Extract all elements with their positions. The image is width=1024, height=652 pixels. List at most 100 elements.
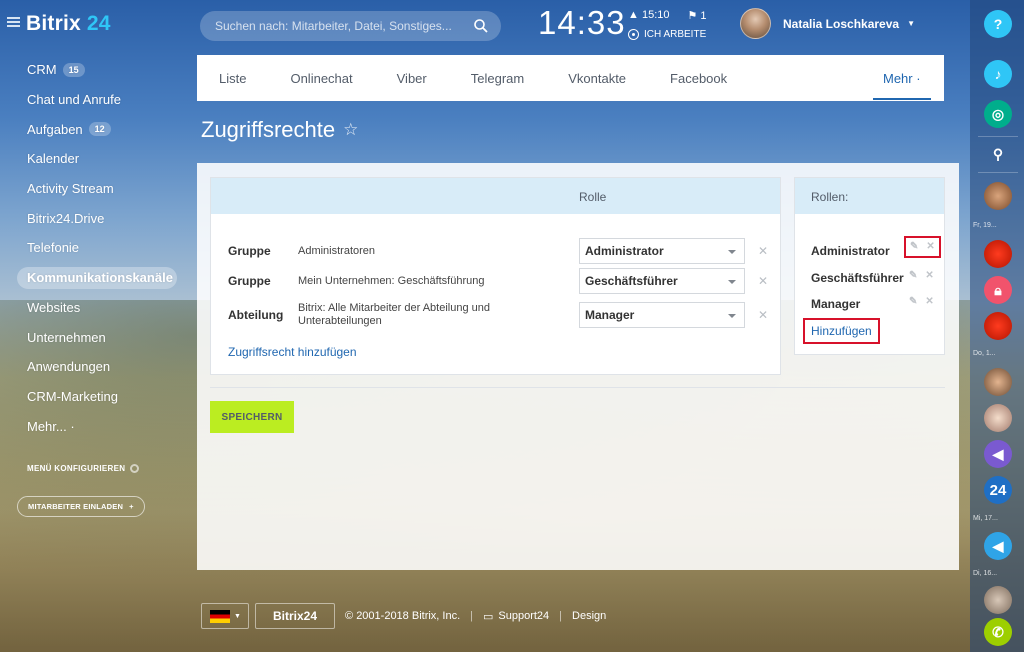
support-link[interactable]: Support24: [498, 610, 549, 622]
chat-icon[interactable]: ◎: [984, 100, 1012, 128]
tab-liste[interactable]: Liste: [197, 55, 268, 101]
alarm-indicator: ▲ 15:10: [628, 9, 670, 21]
contact-avatar[interactable]: [984, 404, 1012, 432]
edit-icon[interactable]: ✎: [909, 296, 917, 307]
access-type: Abteilung: [228, 308, 284, 322]
remove-icon[interactable]: ✕: [758, 308, 768, 322]
megaphone-icon[interactable]: ◀: [984, 440, 1012, 468]
role-item: Manager ✎ ✕: [811, 296, 934, 311]
help-icon[interactable]: ?: [984, 10, 1012, 38]
menu-item-more[interactable]: Mehr... ·: [17, 411, 192, 441]
tab-telegram[interactable]: Telegram: [449, 55, 546, 101]
save-button[interactable]: SPEICHERN: [210, 401, 294, 433]
user-name[interactable]: Natalia Loschkareva: [783, 17, 899, 31]
main-panel: Rolle Gruppe Administratoren Administrat…: [197, 163, 959, 570]
menu-item-channels[interactable]: Kommunikationskanäle: [17, 266, 177, 289]
delete-icon[interactable]: ✕: [925, 270, 933, 281]
contact-avatar[interactable]: [984, 368, 1012, 396]
divider: [210, 387, 945, 388]
access-type: Gruppe: [228, 244, 271, 258]
clock[interactable]: 14:33: [538, 4, 626, 42]
bitrix24-icon[interactable]: 24: [984, 476, 1012, 504]
menu-toggle-icon[interactable]: [7, 17, 20, 28]
menu-item-drive[interactable]: Bitrix24.Drive: [17, 203, 192, 233]
add-role-link[interactable]: Hinzufügen: [803, 318, 880, 344]
access-type: Gruppe: [228, 274, 271, 288]
roles-header: Rollen:: [795, 178, 944, 214]
menu-item-calendar[interactable]: Kalender: [17, 144, 192, 174]
tab-more[interactable]: Mehr ·: [873, 55, 931, 101]
remove-icon[interactable]: ✕: [758, 244, 768, 258]
add-access-right-link[interactable]: Zugriffsrecht hinzufügen: [228, 345, 357, 359]
flag-icon: ⚑: [687, 10, 698, 22]
contact-avatar[interactable]: [984, 182, 1012, 210]
lock-icon[interactable]: 🔒︎: [984, 276, 1012, 304]
menu-item-crm[interactable]: CRM 15: [17, 55, 192, 85]
column-header-role: Rolle: [579, 190, 607, 204]
edit-icon[interactable]: ✎: [910, 241, 918, 253]
role-select[interactable]: Manager: [579, 302, 745, 328]
menu-item-tasks[interactable]: Aufgaben 12: [17, 114, 192, 144]
role-select[interactable]: Geschäftsführer: [579, 268, 745, 294]
contact-date: Fr, 19...: [973, 222, 997, 229]
menu-item-company[interactable]: Unternehmen: [17, 322, 192, 352]
role-actions-highlighted: ✎ ✕: [904, 236, 941, 258]
design-link[interactable]: Design: [572, 610, 606, 622]
access-subject: Mein Unternehmen: Geschäftsführung: [298, 274, 485, 287]
separator: [978, 136, 1018, 137]
chevron-down-icon: ▼: [234, 612, 241, 620]
work-day-status[interactable]: ▲ 15:10 ⚑ 1 ICH ARBEITE: [628, 9, 707, 40]
menu-item-applications[interactable]: Anwendungen: [17, 352, 192, 382]
tab-vkontakte[interactable]: Vkontakte: [546, 55, 648, 101]
star-icon[interactable]: ☆: [343, 120, 358, 140]
flower-avatar-icon[interactable]: [984, 312, 1012, 340]
tab-onlinechat[interactable]: Onlinechat: [268, 55, 374, 101]
search-icon[interactable]: [473, 18, 489, 34]
counter-badge: 12: [88, 122, 111, 137]
contact-avatar[interactable]: [984, 586, 1012, 614]
tab-facebook[interactable]: Facebook: [648, 55, 749, 101]
configure-menu-button[interactable]: MENÜ KONFIGURIEREN: [27, 464, 140, 473]
menu-item-activity-stream[interactable]: Activity Stream: [17, 174, 192, 204]
user-menu[interactable]: Natalia Loschkareva ▼: [740, 8, 915, 39]
edit-icon[interactable]: ✎: [909, 270, 917, 281]
contact-date: Do, 1...: [973, 350, 996, 357]
roles-panel: Rollen: Administrator ✎ ✕ Geschäftsführer…: [794, 177, 945, 355]
german-flag-icon: [210, 609, 230, 623]
invite-button[interactable]: MITARBEITER EINLADEN +: [17, 496, 145, 517]
table-row: Abteilung Bitrix: Alle Mitarbeiter der A…: [211, 300, 782, 330]
table-row: Gruppe Administratoren Administrator ✕: [211, 236, 782, 266]
table-row: Gruppe Mein Unternehmen: Geschäftsführun…: [211, 266, 782, 296]
chevron-down-icon[interactable]: ▼: [907, 19, 915, 28]
bell-icon[interactable]: ♪: [984, 60, 1012, 88]
delete-icon[interactable]: ✕: [925, 296, 933, 307]
search-bar[interactable]: [200, 11, 501, 41]
left-menu: CRM 15 Chat und Anrufe Aufgaben 12 Kalende…: [17, 55, 192, 441]
access-rights-table: Rolle Gruppe Administratoren Administrat…: [210, 177, 781, 375]
table-header: Rolle: [211, 178, 780, 214]
phone-icon[interactable]: ✆: [984, 618, 1012, 646]
tab-viber[interactable]: Viber: [375, 55, 449, 101]
logo[interactable]: Bitrix 24: [26, 12, 111, 36]
delete-icon[interactable]: ✕: [926, 241, 934, 253]
menu-item-chat[interactable]: Chat und Anrufe: [17, 85, 192, 115]
access-subject: Bitrix: Alle Mitarbeiter der Abteilung u…: [298, 302, 490, 327]
page-title: Zugriffsrechte ☆: [201, 117, 359, 142]
right-sidebar: ? ♪ ◎ ⚲ Fr, 19... 🔒︎ Do, 1... ◀ 24 Mi, 1…: [970, 0, 1024, 652]
chat-bubble-icon: ▭: [483, 610, 494, 623]
role-select[interactable]: Administrator: [579, 238, 745, 264]
search-input[interactable]: [215, 19, 460, 33]
remove-icon[interactable]: ✕: [758, 274, 768, 288]
megaphone-icon[interactable]: ◀: [984, 532, 1012, 560]
language-selector[interactable]: ▼: [201, 603, 249, 629]
menu-item-crm-marketing[interactable]: CRM-Marketing: [17, 382, 192, 412]
menu-item-websites[interactable]: Websites: [17, 293, 192, 323]
footer-brand[interactable]: Bitrix24: [255, 603, 336, 629]
flower-avatar-icon[interactable]: [984, 240, 1012, 268]
record-icon: [628, 29, 639, 40]
search-icon[interactable]: ⚲: [984, 140, 1012, 168]
menu-item-telephony[interactable]: Telefonie: [17, 233, 192, 263]
copyright: © 2001-2018 Bitrix, Inc.: [345, 610, 461, 622]
alarm-icon: ▲: [628, 9, 639, 21]
avatar[interactable]: [740, 8, 771, 39]
